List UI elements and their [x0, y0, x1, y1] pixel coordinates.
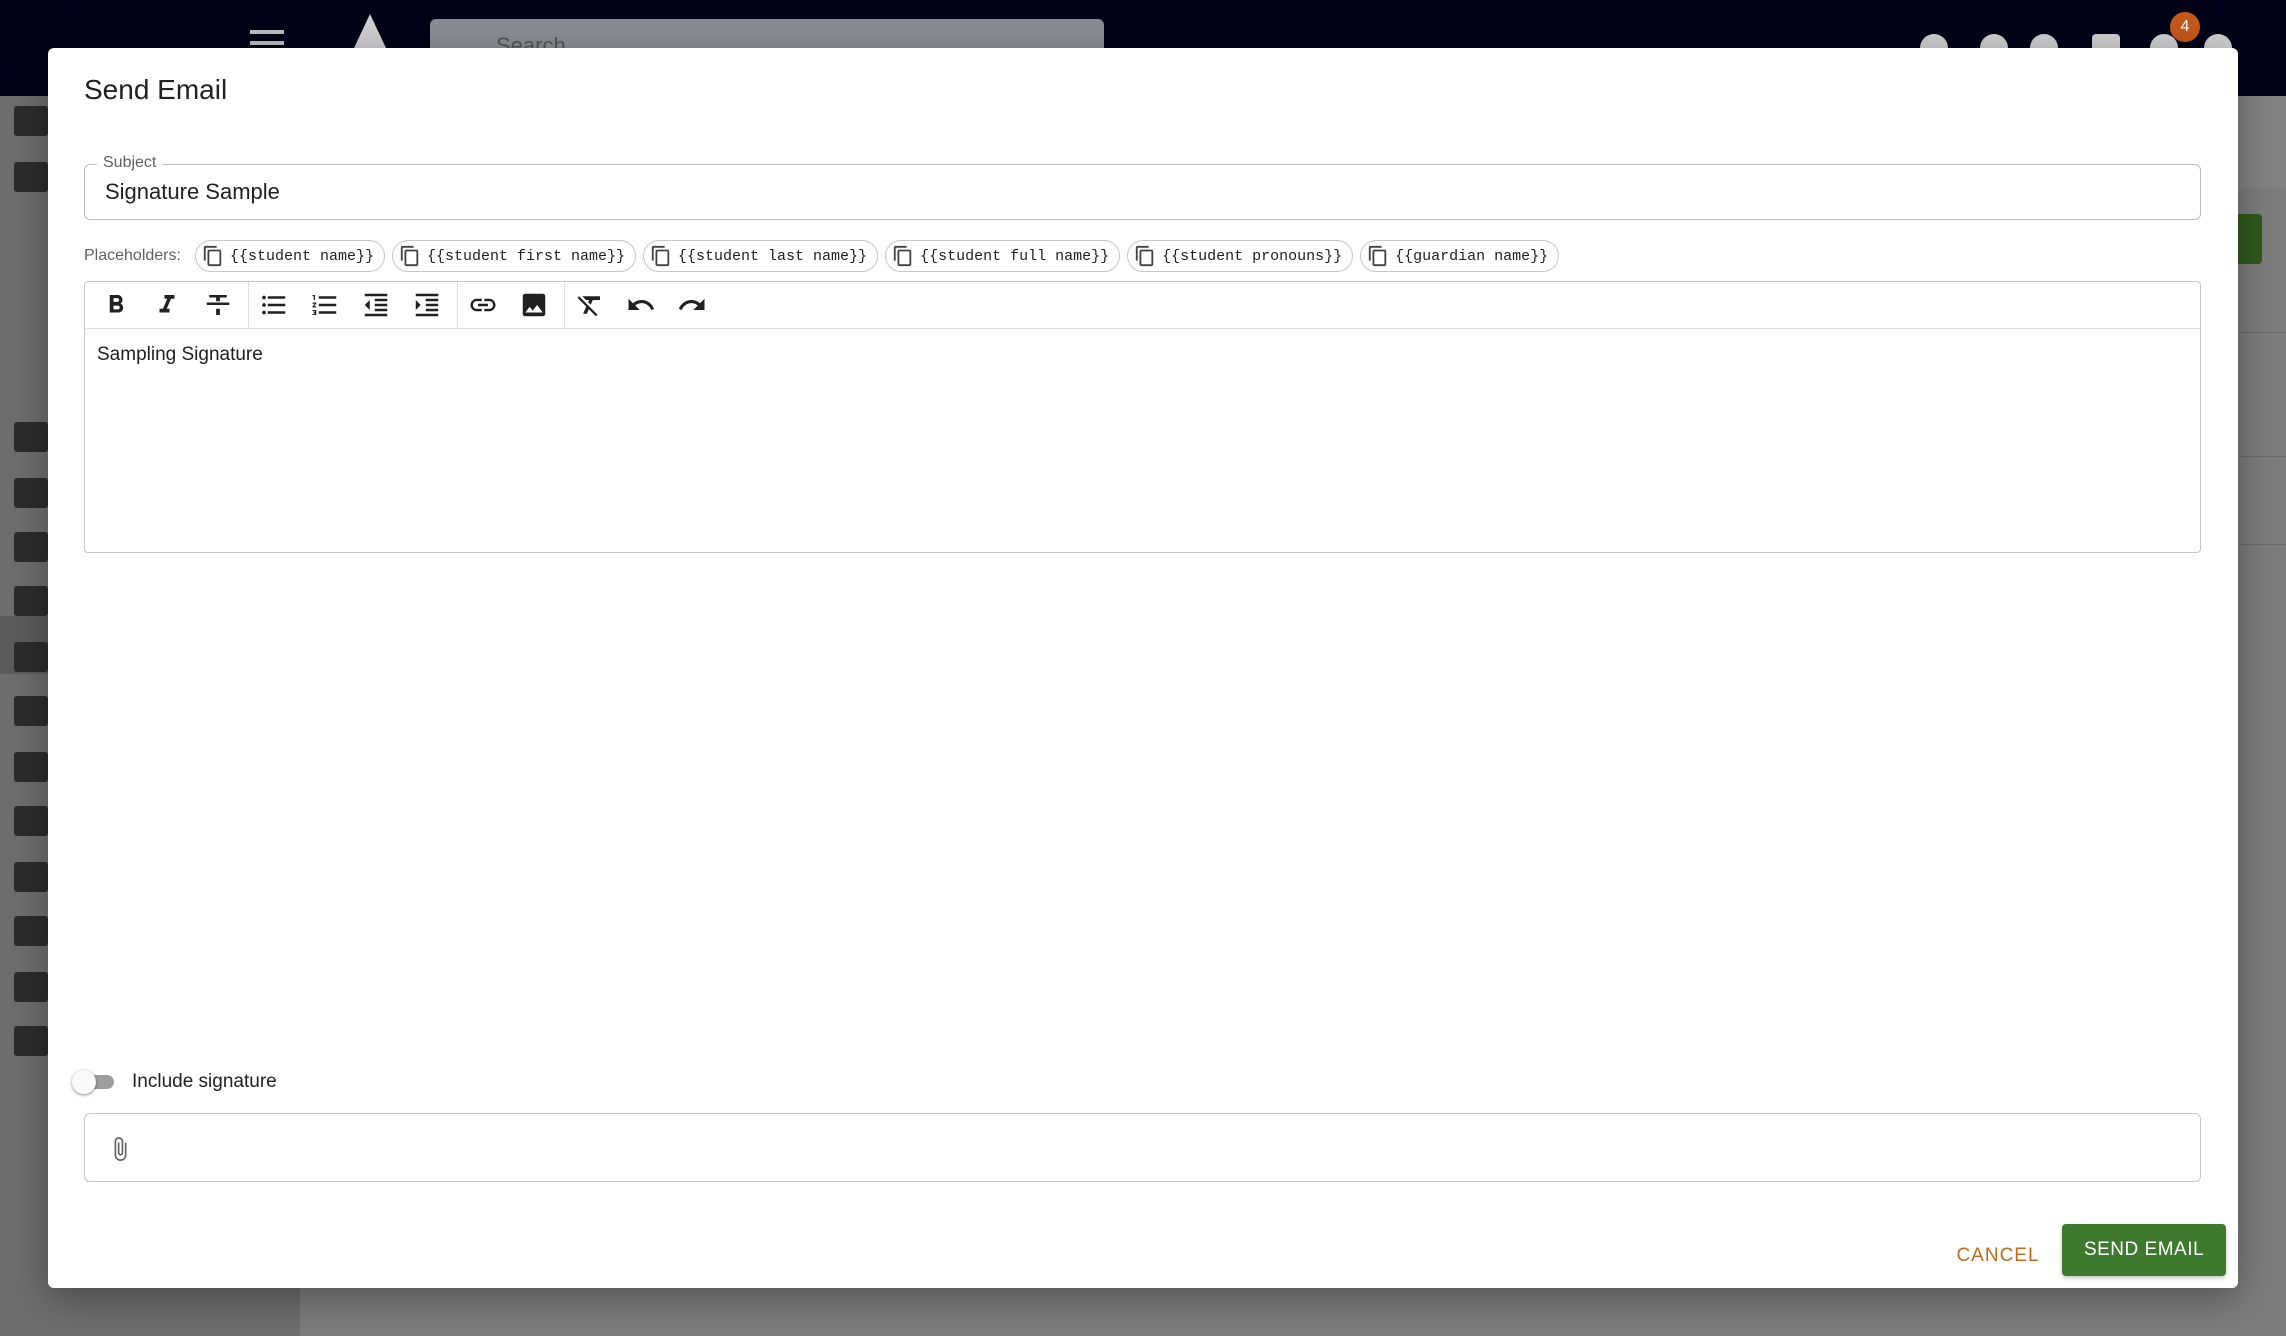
- include-signature-label: Include signature: [132, 1071, 277, 1092]
- placeholder-chip-student-first-name[interactable]: {{student first name}}: [391, 240, 637, 272]
- attachment-field[interactable]: [84, 1113, 2201, 1182]
- merge-icon[interactable]: [14, 752, 48, 782]
- list-icon[interactable]: [14, 642, 48, 672]
- bulleted-list-icon: [262, 295, 286, 315]
- outdent-button[interactable]: [353, 285, 399, 325]
- toolbar-divider: [564, 282, 565, 328]
- placeholder-chip-guardian-name[interactable]: {{guardian name}}: [1360, 240, 1560, 272]
- billing-icon[interactable]: [14, 972, 48, 1002]
- copy-icon: [400, 245, 419, 267]
- chip-label: {{student last name}}: [678, 247, 868, 265]
- numbered-list-button[interactable]: [302, 285, 348, 325]
- bold-button[interactable]: [93, 285, 139, 325]
- email-body-editor: Sampling Signature: [84, 281, 2201, 553]
- bulleted-list-button[interactable]: [251, 285, 297, 325]
- image-icon: [522, 293, 546, 317]
- copy-icon: [1368, 245, 1387, 267]
- placeholders-label: Placeholders:: [84, 247, 181, 264]
- chip-label: {{guardian name}}: [1395, 247, 1549, 265]
- copy-icon: [203, 245, 222, 267]
- email-icon[interactable]: [14, 916, 48, 946]
- clear-format-icon: [577, 296, 600, 317]
- notification-badge: 4: [2170, 12, 2200, 42]
- tasks-icon[interactable]: [14, 586, 48, 616]
- link-icon: [470, 298, 496, 312]
- dashboard-icon[interactable]: [14, 106, 48, 136]
- send-email-dialog: Send Email Subject Placeholders: {{stude…: [48, 48, 2238, 1288]
- app-logo: [354, 14, 386, 48]
- placeholder-chip-student-name[interactable]: {{student name}}: [194, 240, 385, 272]
- subject-field[interactable]: Subject: [84, 154, 2201, 220]
- toolbar-divider: [248, 282, 249, 328]
- redo-button[interactable]: [669, 285, 715, 325]
- outdent-icon: [364, 293, 388, 317]
- cancel-button[interactable]: CANCEL: [1948, 1236, 2048, 1276]
- undo-icon: [628, 298, 655, 310]
- numbered-list-icon: [312, 295, 337, 315]
- copy-icon: [893, 245, 912, 267]
- editor-toolbar: [85, 282, 2200, 329]
- image-button[interactable]: [511, 285, 557, 325]
- toolbar-divider: [457, 282, 458, 328]
- bold-icon: [109, 295, 124, 313]
- copy-icon: [1135, 245, 1154, 267]
- signature-icon[interactable]: [14, 1026, 48, 1056]
- italic-button[interactable]: [144, 285, 190, 325]
- undo-button[interactable]: [618, 285, 664, 325]
- placeholder-chip-student-full-name[interactable]: {{student full name}}: [885, 240, 1121, 272]
- placeholder-chip-student-pronouns[interactable]: {{student pronouns}}: [1127, 240, 1354, 272]
- dialog-title: Send Email: [84, 74, 228, 105]
- library-icon[interactable]: [14, 478, 48, 508]
- include-signature-toggle[interactable]: [72, 1068, 118, 1096]
- indent-button[interactable]: [404, 285, 450, 325]
- editor-content[interactable]: Sampling Signature: [97, 344, 263, 366]
- courses-icon[interactable]: [14, 422, 48, 452]
- document-icon[interactable]: [14, 862, 48, 892]
- paperclip-icon[interactable]: [107, 1136, 133, 1162]
- redo-icon: [678, 298, 705, 310]
- link-button[interactable]: [460, 285, 506, 325]
- italic-icon: [159, 295, 175, 313]
- copy-icon: [651, 245, 670, 267]
- chip-label: {{student name}}: [229, 247, 374, 265]
- indent-icon: [415, 293, 439, 317]
- chip-label: {{student pronouns}}: [1162, 247, 1343, 265]
- chip-label: {{student full name}}: [920, 247, 1110, 265]
- placeholders-row: Placeholders: {{student name}} {{student…: [84, 238, 1566, 274]
- toggle-thumb: [72, 1070, 96, 1094]
- strikethrough-button[interactable]: [195, 285, 241, 325]
- include-signature-row: Include signature: [72, 1068, 277, 1096]
- clear-format-button[interactable]: [567, 285, 613, 325]
- send-email-button[interactable]: SEND EMAIL: [2062, 1224, 2226, 1276]
- strikethrough-icon: [206, 295, 230, 315]
- people-icon[interactable]: [14, 162, 48, 192]
- subject-input[interactable]: [105, 165, 2165, 219]
- chip-label: {{student first name}}: [426, 247, 626, 265]
- media-icon[interactable]: [14, 696, 48, 726]
- reading-icon[interactable]: [14, 806, 48, 836]
- classes-icon[interactable]: [14, 532, 48, 562]
- placeholder-chip-student-last-name[interactable]: {{student last name}}: [643, 240, 879, 272]
